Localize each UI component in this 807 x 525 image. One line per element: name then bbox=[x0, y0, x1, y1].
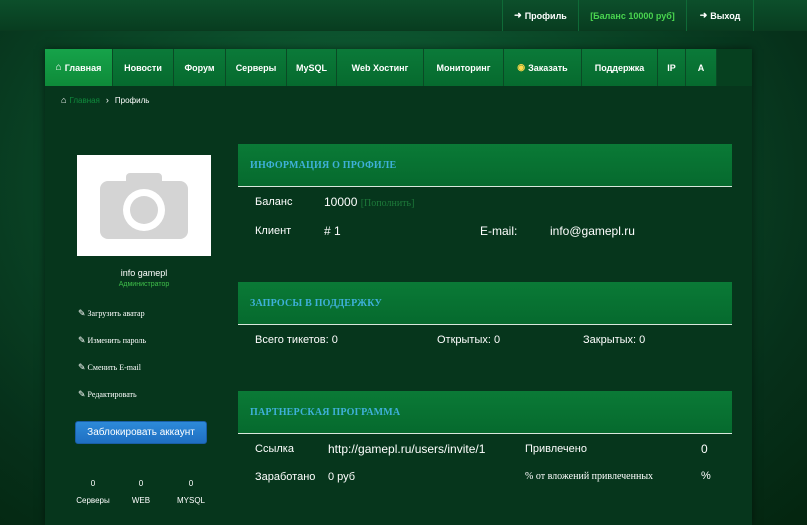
stat-servers: 0 Серверы bbox=[69, 479, 117, 505]
top-bar: ➜ Профиль [Баланс 10000 руб] ➜ Выход bbox=[0, 0, 807, 31]
nav-item-label: Web Хостинг bbox=[351, 62, 409, 73]
stat-label: Серверы bbox=[76, 496, 110, 505]
nav-item-label: Главная bbox=[64, 62, 102, 73]
nav-item-forum[interactable]: Форум bbox=[174, 49, 226, 86]
edit-icon: ✎ bbox=[78, 308, 86, 318]
logout-link[interactable]: ➜ Выход bbox=[686, 0, 754, 31]
nav-item-support[interactable]: Поддержка bbox=[582, 49, 658, 86]
side-link-label: Редактировать bbox=[87, 390, 137, 399]
support-closed: Закрытых: 0 bbox=[583, 334, 646, 346]
nav-item-label: Поддержка bbox=[594, 62, 645, 73]
username: info gamepl bbox=[120, 268, 168, 278]
balance-link[interactable]: [Баланс 10000 руб] bbox=[578, 0, 686, 31]
percent-value: % bbox=[701, 470, 711, 482]
balance-amount: 10000 bbox=[324, 195, 358, 209]
client-label: Клиент bbox=[255, 225, 292, 237]
user-role: Администратор bbox=[118, 281, 170, 288]
change-password-link[interactable]: ✎ Изменить пароль bbox=[78, 335, 146, 346]
camera-icon bbox=[100, 172, 188, 239]
nav-item-label: Форум bbox=[184, 62, 215, 73]
partner-link-value[interactable]: http://gamepl.ru/users/invite/1 bbox=[328, 442, 485, 456]
breadcrumb: ⌂ Главная › Профиль bbox=[61, 93, 149, 107]
stat-value: 0 bbox=[138, 479, 144, 488]
change-email-link[interactable]: ✎ Сменить E-mail bbox=[78, 362, 141, 373]
profile-link-label: Профиль bbox=[524, 10, 567, 21]
breadcrumb-current: Профиль bbox=[114, 95, 150, 105]
nav-item-web-hosting[interactable]: Web Хостинг bbox=[337, 49, 424, 86]
side-link-label: Загрузить аватар bbox=[87, 309, 145, 318]
invited-value: 0 bbox=[701, 442, 708, 456]
edit-icon: ✎ bbox=[78, 335, 86, 345]
home-icon: ⌂ bbox=[55, 62, 62, 73]
balance-label: [Баланс 10000 руб] bbox=[590, 10, 675, 21]
breadcrumb-home-link[interactable]: Главная bbox=[69, 96, 99, 105]
profile-link[interactable]: ➜ Профиль bbox=[502, 0, 578, 31]
avatar bbox=[77, 155, 211, 256]
edit-profile-link[interactable]: ✎ Редактировать bbox=[78, 389, 137, 400]
nav-item-monitoring[interactable]: Мониторинг bbox=[424, 49, 504, 86]
side-link-label: Изменить пароль bbox=[87, 336, 147, 345]
nav-item-order[interactable]: ◉ Заказать bbox=[504, 49, 582, 86]
edit-icon: ✎ bbox=[78, 389, 86, 399]
profile-info-header: ИНФОРМАЦИЯ О ПРОФИЛЕ bbox=[238, 144, 732, 187]
nav-item-a[interactable]: A bbox=[686, 49, 717, 86]
edit-icon: ✎ bbox=[78, 362, 86, 372]
earned-value: 0 руб bbox=[328, 471, 356, 483]
support-total: Всего тикетов: 0 bbox=[255, 334, 338, 346]
sign-out-icon: ➜ bbox=[699, 10, 708, 20]
nav-item-label: Серверы bbox=[235, 62, 277, 73]
support-open: Открытых: 0 bbox=[437, 334, 501, 346]
nav-item-news[interactable]: Новости bbox=[113, 49, 174, 86]
nav-item-label: MySQL bbox=[295, 62, 327, 73]
balance-value: 10000 [Пополнить] bbox=[324, 195, 414, 209]
email-label: E-mail: bbox=[480, 224, 518, 238]
support-header: ЗАПРОСЫ В ПОДДЕРЖКУ bbox=[238, 282, 732, 325]
stat-mysql: 0 MYSQL bbox=[167, 479, 215, 505]
upload-avatar-link[interactable]: ✎ Загрузить аватар bbox=[78, 308, 145, 319]
stat-label: MYSQL bbox=[176, 496, 205, 505]
stat-web: 0 WEB bbox=[117, 479, 165, 505]
nav-item-label: Новости bbox=[124, 62, 162, 73]
nav-item-label: A bbox=[697, 62, 705, 73]
invited-label: Привлечено bbox=[525, 443, 587, 455]
nav-item-mysql[interactable]: MySQL bbox=[287, 49, 337, 86]
main-nav: ⌂ Главная Новости Форум Серверы MySQL We… bbox=[45, 49, 752, 86]
percent-label: % от вложений привлеченных bbox=[525, 471, 654, 482]
stat-value: 0 bbox=[90, 479, 96, 488]
block-account-button[interactable]: Заблокировать аккаунт bbox=[75, 421, 207, 444]
nav-item-home[interactable]: ⌂ Главная bbox=[45, 49, 113, 86]
partner-header: ПАРТНЕРСКАЯ ПРОГРАММА bbox=[238, 391, 732, 434]
email-value: info@gamepl.ru bbox=[550, 224, 635, 238]
earned-label: Заработано bbox=[255, 471, 316, 483]
main-panel: ⌂ Главная Новости Форум Серверы MySQL We… bbox=[45, 49, 752, 525]
partner-link-label: Ссылка bbox=[255, 443, 294, 455]
nav-item-label: IP bbox=[667, 62, 676, 73]
nav-item-ip[interactable]: IP bbox=[658, 49, 686, 86]
nav-item-label: Мониторинг bbox=[436, 62, 491, 73]
logout-label: Выход bbox=[710, 10, 741, 21]
gamepad-icon: ◉ bbox=[517, 62, 526, 72]
stat-value: 0 bbox=[188, 479, 194, 488]
nav-item-servers[interactable]: Серверы bbox=[226, 49, 287, 86]
chevron-right-icon: › bbox=[105, 95, 109, 105]
balance-label: Баланс bbox=[255, 196, 293, 208]
client-value: # 1 bbox=[324, 224, 341, 238]
side-link-label: Сменить E-mail bbox=[87, 363, 141, 372]
sign-in-icon: ➜ bbox=[514, 10, 522, 20]
home-icon: ⌂ bbox=[61, 95, 67, 105]
nav-item-label: Заказать bbox=[528, 62, 568, 73]
topup-link[interactable]: [Пополнить] bbox=[361, 198, 415, 209]
stat-label: WEB bbox=[131, 496, 151, 505]
